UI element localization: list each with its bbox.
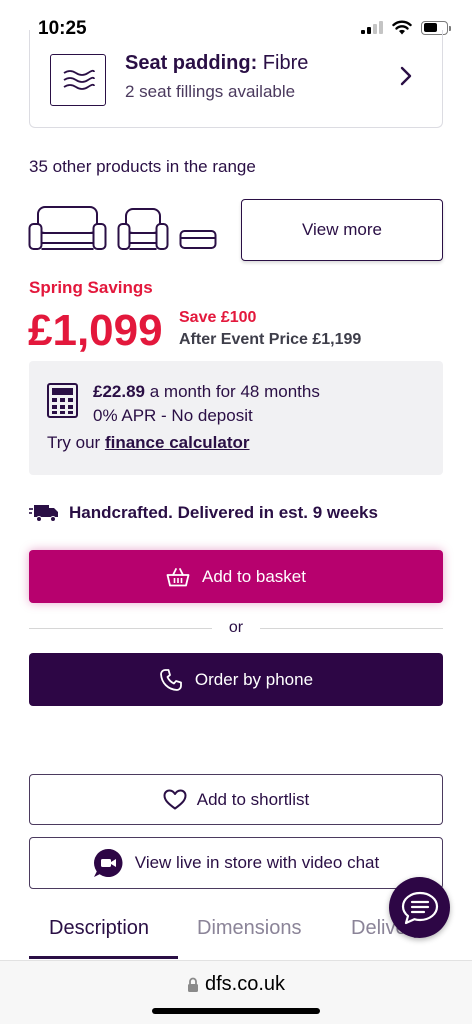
browser-url-bar[interactable]: dfs.co.uk (0, 960, 472, 1024)
promo-label: Spring Savings (29, 278, 153, 297)
after-event-price: After Event Price £1,199 (179, 331, 362, 348)
finance-box: £22.89 a month for 48 months 0% APR - No… (29, 361, 443, 475)
video-chat-button[interactable]: View live in store with video chat (29, 837, 443, 889)
current-price: £1,099 (28, 306, 163, 355)
calculator-icon (47, 383, 78, 418)
video-chat-icon (93, 848, 123, 877)
save-amount: Save £100 (179, 309, 257, 326)
cushion-filling-icon (50, 54, 106, 106)
lock-icon (187, 977, 198, 992)
delivery-text: Handcrafted. Delivered in est. 9 weeks (69, 503, 378, 522)
view-more-button[interactable]: View more (241, 199, 443, 261)
three-seater-sofa-icon (28, 206, 107, 250)
finance-calculator-row: Try our finance calculator (47, 433, 250, 453)
or-divider: or (29, 618, 443, 638)
add-to-basket-label: Add to basket (202, 566, 306, 586)
heart-icon (163, 789, 187, 810)
phone-icon (160, 668, 182, 691)
url-text: dfs.co.uk (204, 973, 286, 995)
delivery-info: Handcrafted. Delivered in est. 9 weeks (29, 503, 378, 523)
seat-padding-value: Fibre (262, 52, 309, 74)
add-to-basket-button[interactable]: Add to basket (29, 550, 443, 603)
video-chat-label: View live in store with video chat (134, 853, 380, 872)
finance-monthly-amount: £22.89 (93, 382, 145, 401)
order-by-phone-label: Order by phone (194, 669, 314, 689)
add-to-shortlist-button[interactable]: Add to shortlist (29, 774, 443, 825)
armchair-icon (117, 208, 169, 250)
seat-padding-title: Seat padding: Fibre (125, 52, 308, 75)
home-indicator[interactable] (152, 1008, 320, 1014)
range-product-icons (28, 205, 217, 251)
range-count-text: 35 other products in the range (29, 157, 256, 176)
delivery-truck-icon (29, 505, 58, 522)
seat-padding-card[interactable]: Seat padding: Fibre 2 seat fillings avai… (29, 30, 443, 128)
seat-padding-label: Seat padding: (125, 52, 258, 74)
finance-apr-text: 0% APR - No deposit (93, 406, 253, 425)
finance-monthly-rest: a month for 48 months (149, 382, 320, 401)
footstool-icon (179, 230, 217, 249)
add-to-shortlist-label: Add to shortlist (196, 789, 310, 809)
finance-try-text: Try our (47, 433, 101, 452)
chevron-right-icon (400, 66, 412, 86)
tab-description[interactable]: Description (49, 917, 149, 940)
chat-bubble-icon (401, 891, 438, 924)
url-display: dfs.co.uk (0, 973, 472, 996)
active-tab-underline (29, 956, 178, 959)
tab-dimensions[interactable]: Dimensions (197, 917, 301, 940)
order-by-phone-button[interactable]: Order by phone (29, 653, 443, 706)
basket-icon (166, 567, 190, 586)
seat-fillings-subtitle: 2 seat fillings available (125, 82, 296, 101)
finance-monthly-text: £22.89 a month for 48 months (93, 382, 320, 402)
chat-button[interactable] (389, 877, 450, 938)
finance-calculator-link[interactable]: finance calculator (105, 433, 250, 452)
